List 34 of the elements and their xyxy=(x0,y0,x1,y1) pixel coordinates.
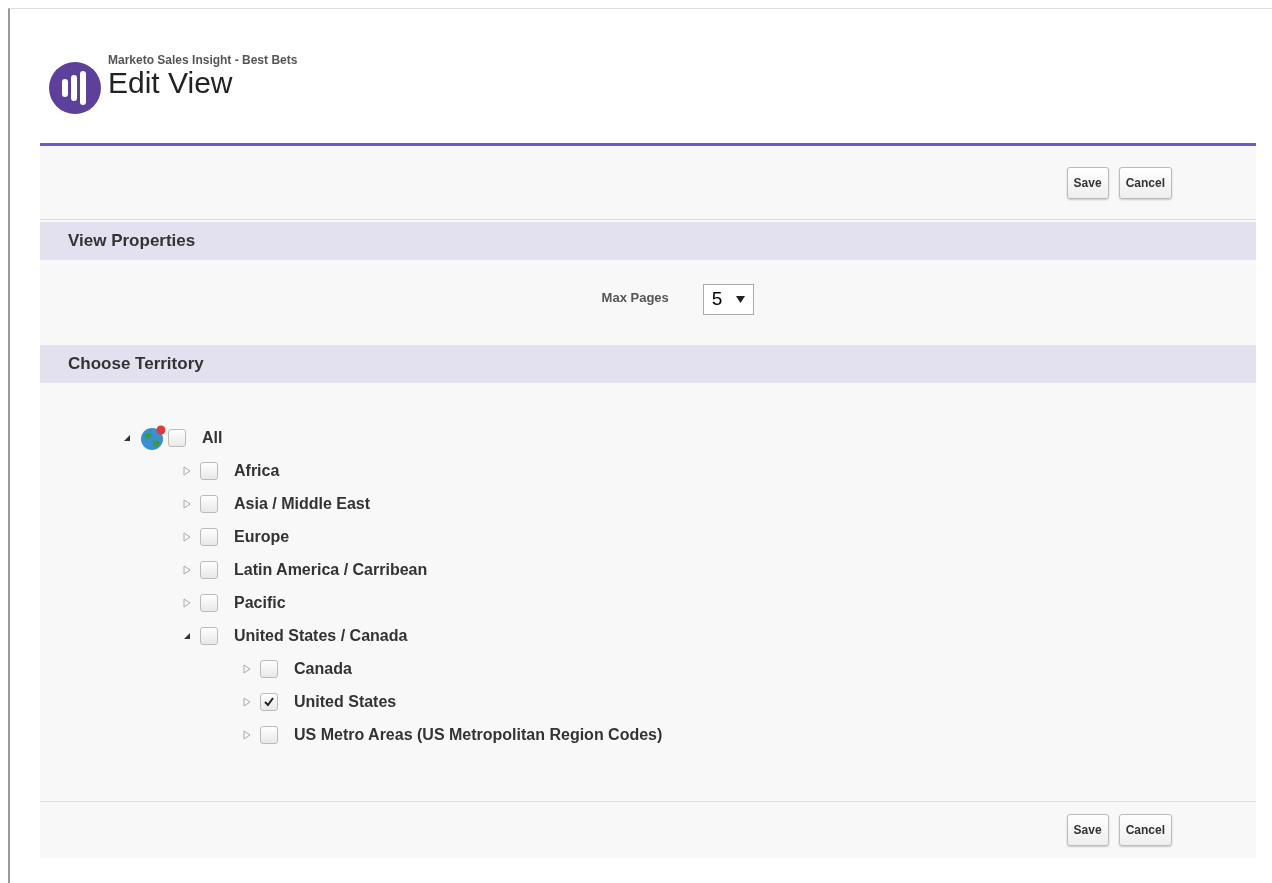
tree-item-label[interactable]: Pacific xyxy=(234,593,286,612)
tree-item-label[interactable]: Canada xyxy=(294,659,352,678)
checkbox[interactable] xyxy=(200,626,218,645)
checkbox[interactable] xyxy=(200,527,218,546)
field-label: Max Pages xyxy=(601,290,669,305)
tree-item-label[interactable]: Latin America / Carribean xyxy=(234,560,428,579)
checkbox[interactable] xyxy=(260,692,278,711)
max-pages-select[interactable]: 5 xyxy=(702,284,755,315)
action-button[interactable]: Cancel xyxy=(1118,166,1172,199)
action-button[interactable]: Save xyxy=(1066,166,1109,199)
page-title: Edit View xyxy=(108,67,234,99)
tree-item-label[interactable]: Asia / Middle East xyxy=(234,494,371,513)
tree-item-label[interactable]: US Metro Areas (US Metropolitan Region Codes) xyxy=(294,725,663,744)
dropdown-caret-icon xyxy=(736,295,746,303)
app-name: Marketo Sales Insight - Best Bets xyxy=(108,53,298,67)
tree-item-label[interactable]: All xyxy=(202,428,223,447)
checkbox[interactable] xyxy=(168,428,186,447)
tree-item-label[interactable]: Africa xyxy=(234,461,280,480)
checkbox[interactable] xyxy=(200,461,218,480)
tree-item-label[interactable]: Europe xyxy=(234,527,290,546)
section-heading: Choose Territory xyxy=(40,345,1256,383)
checkbox[interactable] xyxy=(200,494,218,513)
checkmark-icon xyxy=(263,695,275,708)
section-heading: View Properties xyxy=(40,222,1256,260)
checkbox[interactable] xyxy=(200,593,218,612)
tree-item-label[interactable]: United States / Canada xyxy=(234,626,408,645)
checkbox[interactable] xyxy=(260,659,278,678)
tree-item-label[interactable]: United States xyxy=(294,692,397,711)
checkbox[interactable] xyxy=(260,725,278,744)
globe-icon xyxy=(140,424,166,451)
logo-icon xyxy=(48,61,102,115)
checkbox[interactable] xyxy=(200,560,218,579)
action-button[interactable]: Cancel xyxy=(1118,814,1172,846)
action-button[interactable]: Save xyxy=(1066,814,1109,846)
